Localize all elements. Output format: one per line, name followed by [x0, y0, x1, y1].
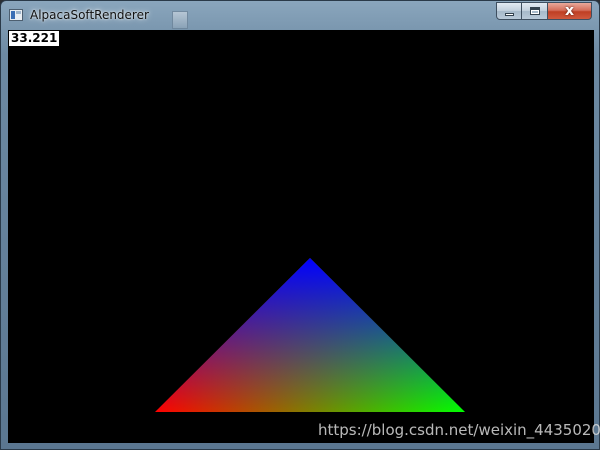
close-icon: x: [564, 3, 575, 19]
title-bar[interactable]: AlpacaSoftRenderer x: [1, 1, 599, 29]
scene-canvas: [8, 30, 594, 443]
app-window-icon[interactable]: [9, 9, 23, 21]
close-button[interactable]: x: [548, 2, 592, 20]
maximize-icon: [530, 7, 540, 15]
window-controls: x: [496, 2, 592, 21]
watermark-text: https://blog.csdn.net/weixin_44350205: [318, 421, 600, 439]
titlebar-ghost-tab: [172, 11, 188, 29]
render-viewport[interactable]: 33.221: [8, 30, 594, 443]
window-title: AlpacaSoftRenderer: [30, 8, 149, 22]
app-window: AlpacaSoftRenderer x 33.221: [0, 0, 600, 450]
maximize-button[interactable]: [522, 2, 548, 20]
minimize-button[interactable]: [496, 2, 522, 20]
fps-counter: 33.221: [9, 31, 60, 46]
minimize-icon: [505, 13, 514, 16]
